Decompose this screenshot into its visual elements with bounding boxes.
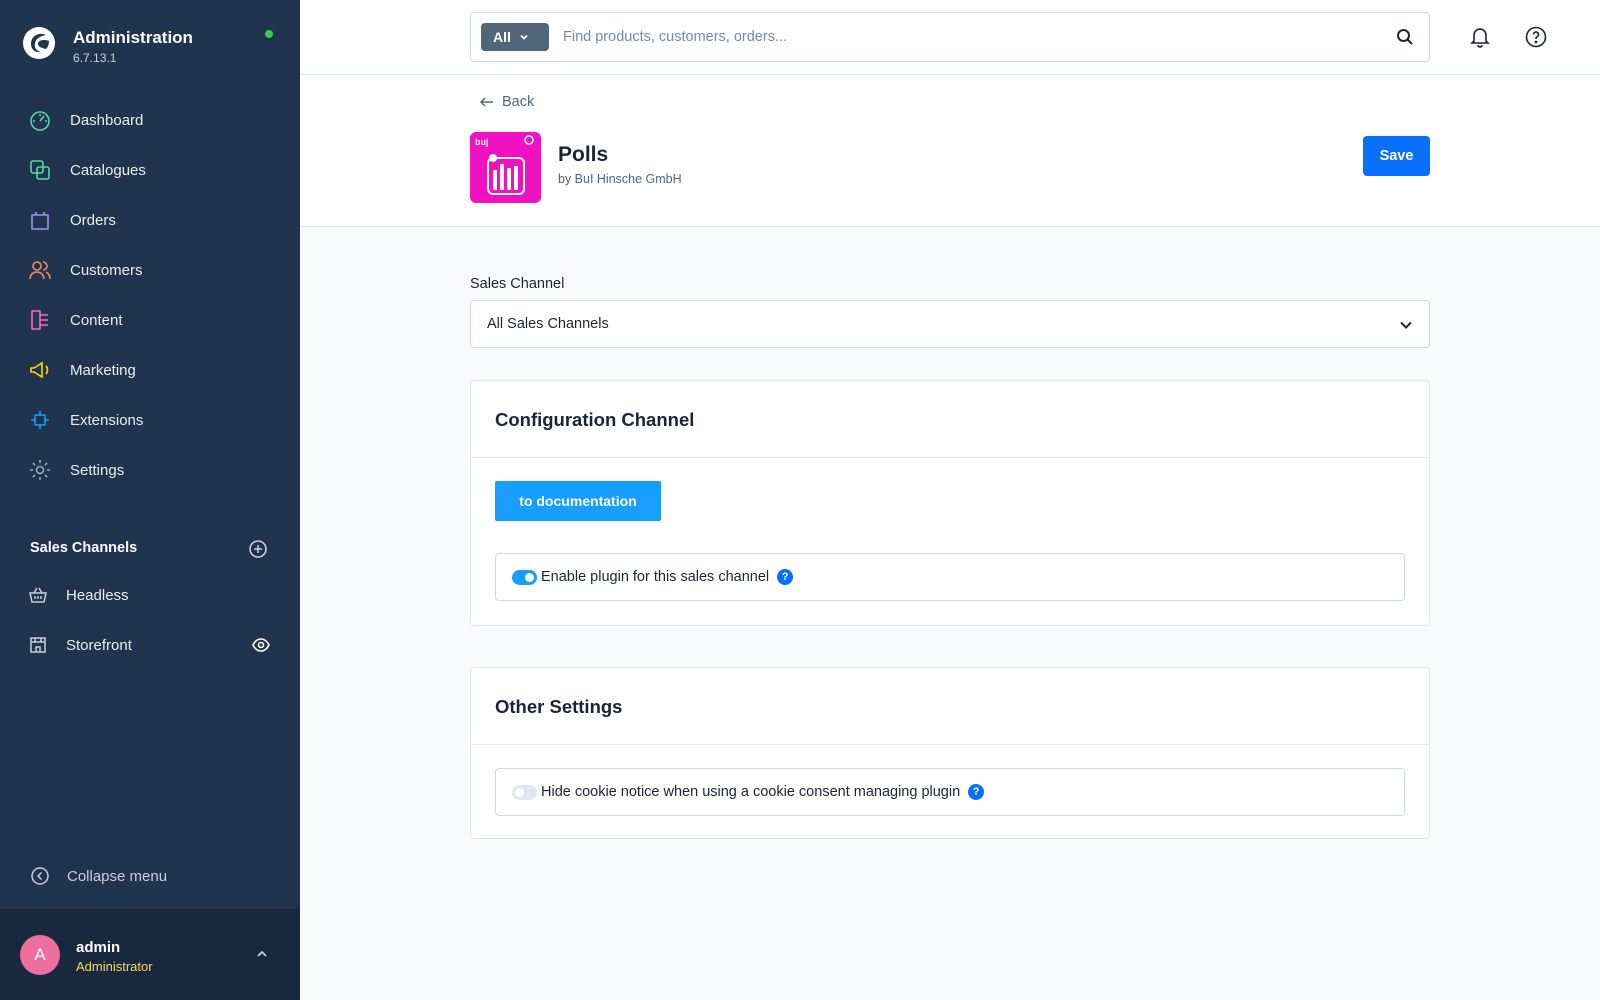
- nav-label: Extensions: [70, 411, 144, 429]
- search-icon[interactable]: [1396, 28, 1414, 46]
- nav-item-extensions[interactable]: Extensions: [0, 395, 300, 445]
- nav-label: Orders: [70, 211, 116, 229]
- hide-cookie-notice-toggle[interactable]: [512, 784, 537, 800]
- save-button[interactable]: Save: [1363, 136, 1430, 176]
- marketing-icon: [30, 361, 49, 379]
- poll-chart-icon: buj: [475, 135, 534, 195]
- app-version: 6.7.13.1: [73, 51, 117, 65]
- shopware-logo-icon: [23, 27, 55, 59]
- help-badge-icon[interactable]: ?: [777, 569, 794, 585]
- sales-channel-field-label: Sales Channel: [470, 276, 565, 292]
- sales-channel-label: Storefront: [66, 636, 132, 654]
- nav-label: Marketing: [70, 361, 136, 379]
- extensions-icon: [31, 411, 49, 429]
- hide-cookie-notice-row: Hide cookie notice when using a cookie c…: [495, 768, 1405, 816]
- sales-channel-storefront[interactable]: Storefront: [0, 620, 300, 670]
- configuration-channel-card: Configuration Channel to documentation E…: [470, 380, 1430, 626]
- user-menu[interactable]: A admin Administrator: [0, 909, 300, 1000]
- hide-cookie-notice-label: Hide cookie notice when using a cookie c…: [541, 784, 961, 800]
- documentation-button[interactable]: to documentation: [495, 481, 661, 521]
- plugin-vendor: by BuI Hinsche GmbH: [558, 172, 682, 186]
- plugin-icon-brand: buj: [475, 137, 489, 147]
- collapse-menu-label: Collapse menu: [67, 867, 168, 885]
- enable-plugin-label: Enable plugin for this sales channel: [541, 569, 770, 585]
- chevron-left-circle-icon: [31, 867, 49, 885]
- dashboard-icon: [30, 111, 50, 131]
- card-divider: [471, 744, 1429, 745]
- user-role: Administrator: [76, 959, 153, 974]
- sales-channel-label: Headless: [66, 586, 129, 604]
- sales-channels-header: Sales Channels: [30, 538, 270, 560]
- card-divider: [471, 457, 1429, 458]
- nav-item-marketing[interactable]: Marketing: [0, 345, 300, 395]
- help-badge-icon[interactable]: ?: [968, 784, 985, 800]
- chevron-down-icon: [520, 34, 528, 40]
- back-label: Back: [502, 94, 535, 110]
- nav-item-orders[interactable]: Orders: [0, 195, 300, 245]
- chevron-up-icon[interactable]: [254, 946, 270, 962]
- plugin-header: Back buj Polls by BuI Hinsche GmbH Save: [300, 75, 1600, 227]
- nav-item-settings[interactable]: Settings: [0, 445, 300, 495]
- search-type-label: All: [493, 29, 511, 45]
- catalogue-icon: [30, 160, 50, 180]
- content-icon: [31, 310, 48, 330]
- nav-item-customers[interactable]: Customers: [0, 245, 300, 295]
- basket-icon: [29, 587, 47, 603]
- global-search: All: [470, 12, 1430, 62]
- card-title: Other Settings: [495, 696, 623, 717]
- nav-label: Catalogues: [70, 161, 146, 179]
- add-circle-icon[interactable]: [248, 539, 268, 559]
- nav-label: Customers: [70, 261, 143, 279]
- settings-icon: [30, 460, 50, 480]
- help-circle-icon[interactable]: [1525, 26, 1547, 48]
- customers-icon: [29, 261, 51, 280]
- nav-item-content[interactable]: Content: [0, 295, 300, 345]
- nav-label: Content: [70, 311, 123, 329]
- other-settings-card: Other Settings Hide cookie notice when u…: [470, 667, 1430, 839]
- bell-icon[interactable]: [1468, 25, 1492, 49]
- collapse-menu-button[interactable]: Collapse menu: [30, 866, 167, 886]
- avatar: A: [20, 935, 60, 975]
- search-input[interactable]: [563, 25, 1343, 49]
- sales-channel-select-value: All Sales Channels: [487, 316, 609, 332]
- arrow-left-icon: [480, 97, 493, 107]
- search-type-dropdown[interactable]: All: [481, 23, 549, 51]
- eye-icon[interactable]: [252, 637, 270, 653]
- brand: Administration 6.7.13.1: [22, 24, 282, 68]
- app-title: Administration: [73, 28, 193, 47]
- sales-channel-select[interactable]: All Sales Channels: [470, 300, 1430, 348]
- orders-icon: [31, 212, 49, 230]
- nav-item-dashboard[interactable]: Dashboard: [0, 95, 300, 145]
- nav-label: Dashboard: [70, 111, 144, 129]
- nav-label: Settings: [70, 461, 125, 479]
- plugin-name: Polls: [558, 143, 609, 166]
- main-nav: Dashboard Catalogues Orders Customers Co…: [0, 95, 300, 495]
- card-title: Configuration Channel: [495, 409, 695, 430]
- nav-item-catalogues[interactable]: Catalogues: [0, 145, 300, 195]
- sales-channels-title: Sales Channels: [30, 540, 138, 556]
- status-dot: [265, 30, 273, 38]
- enable-plugin-row: Enable plugin for this sales channel ?: [495, 553, 1405, 601]
- chevron-down-icon: [1400, 321, 1412, 329]
- plugin-icon: buj: [470, 132, 541, 203]
- top-bar: All: [300, 0, 1600, 75]
- sidebar: Administration 6.7.13.1 Dashboard Catalo…: [0, 0, 300, 1000]
- enable-plugin-toggle[interactable]: [512, 569, 537, 585]
- back-link[interactable]: Back: [480, 94, 534, 110]
- sales-channel-headless[interactable]: Headless: [0, 570, 300, 620]
- sales-channel-list: Headless Storefront: [0, 570, 300, 670]
- storefront-icon: [30, 637, 46, 653]
- user-name: admin: [76, 939, 121, 956]
